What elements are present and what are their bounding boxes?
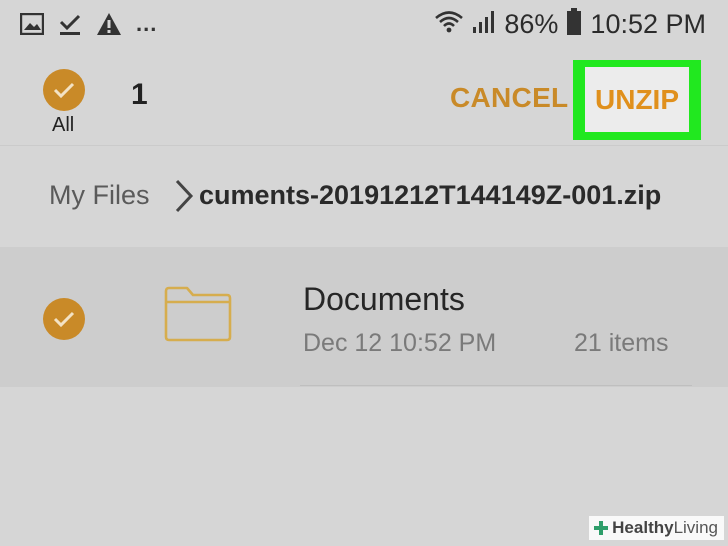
overflow-indicator: ... [136, 10, 158, 36]
selection-action-bar: All 1 CANCEL UNZIP [0, 60, 728, 142]
signal-icon [472, 9, 496, 40]
selected-count: 1 [131, 78, 148, 111]
notification-icons: ... [19, 10, 158, 41]
download-check-icon [58, 12, 82, 41]
breadcrumb-root[interactable]: My Files [49, 180, 150, 211]
select-all-label: All [52, 114, 75, 136]
plus-icon [594, 521, 609, 535]
check-icon [53, 82, 75, 99]
item-checkbox[interactable] [43, 298, 85, 340]
cancel-button[interactable]: CANCEL [450, 82, 568, 114]
list-item[interactable]: Documents Dec 12 10:52 PM 21 items [0, 247, 728, 387]
warning-icon [96, 12, 122, 41]
divider [300, 385, 692, 386]
battery-icon [566, 8, 582, 41]
unzip-highlight: UNZIP [573, 60, 701, 140]
battery-percent: 86% [504, 9, 559, 39]
unzip-button[interactable]: UNZIP [585, 67, 689, 132]
select-all-checkbox[interactable] [43, 69, 85, 111]
folder-icon [163, 285, 233, 348]
breadcrumb: My Files cuments-20191212T144149Z-001.zi… [0, 146, 728, 242]
watermark: HealthyLiving [589, 516, 724, 540]
chevron-right-icon [173, 178, 195, 214]
check-icon [53, 311, 75, 328]
clock: 10:52 PM [590, 9, 706, 39]
image-icon [19, 12, 45, 40]
file-date: Dec 12 10:52 PM [303, 329, 497, 357]
watermark-brand-rest: Living [673, 518, 718, 537]
wifi-icon [434, 9, 464, 40]
watermark-brand-bold: Healthy [612, 518, 674, 537]
breadcrumb-current: cuments-20191212T144149Z-001.zip [199, 180, 662, 210]
status-bar: ... 86% 10:52 PM [0, 0, 728, 52]
file-item-count: 21 items [574, 329, 669, 357]
file-name: Documents [303, 281, 465, 317]
